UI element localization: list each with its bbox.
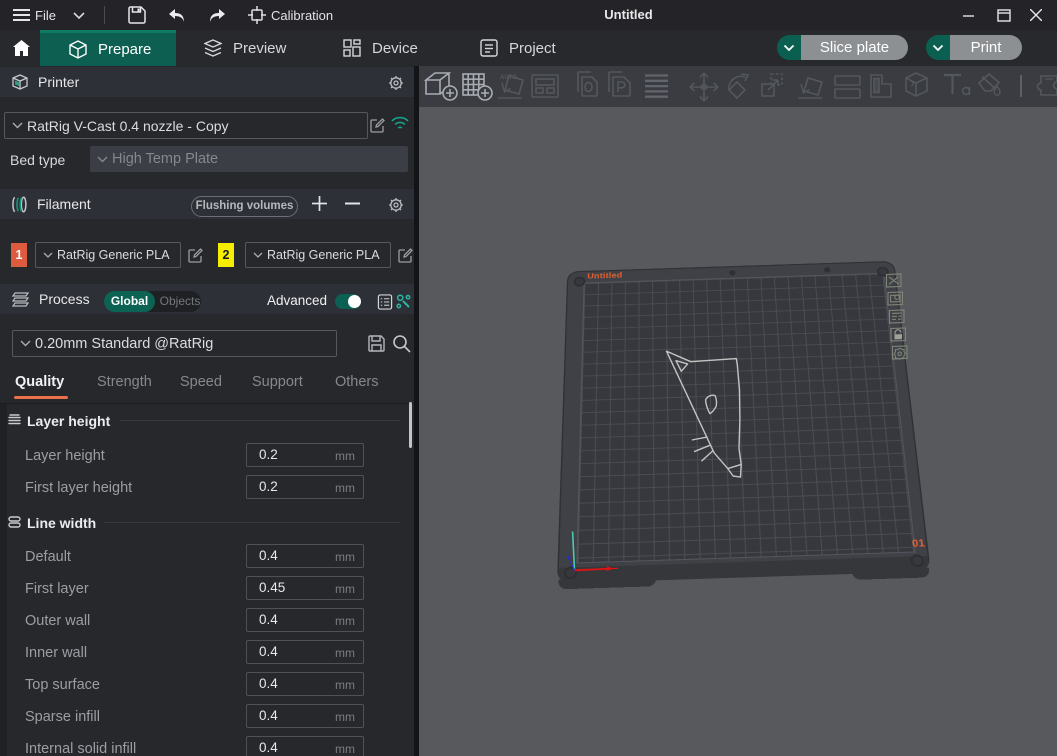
svg-text:AUTO: AUTO [500,75,517,81]
